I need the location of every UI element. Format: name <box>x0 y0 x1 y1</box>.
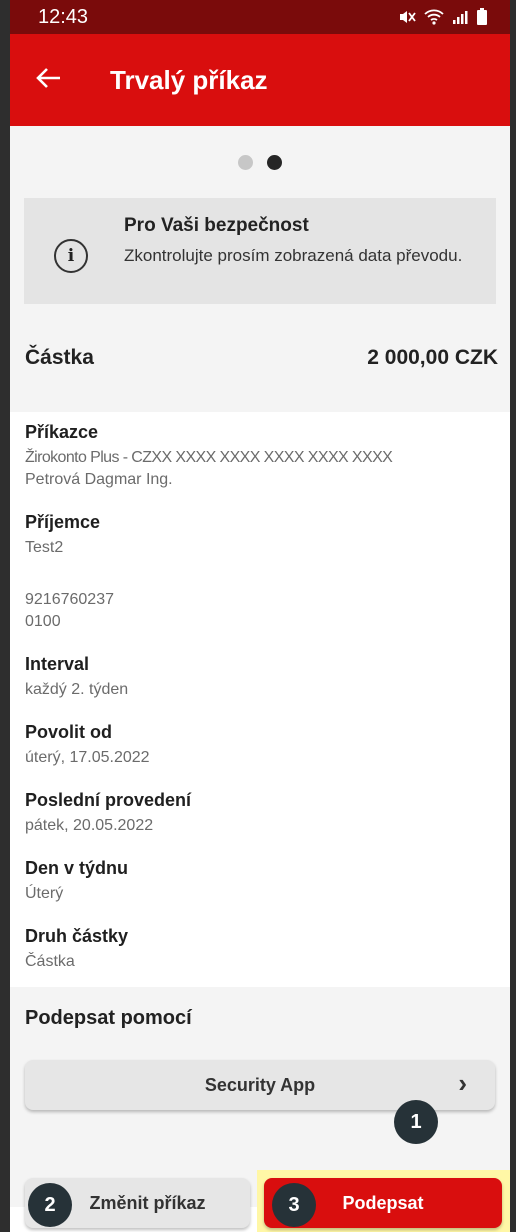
page-indicator <box>10 126 510 198</box>
interval-label: Interval <box>25 654 90 674</box>
valid-from-field: Povolit od úterý, 17.05.2022 <box>25 722 495 769</box>
last-execution-value: pátek, 20.05.2022 <box>25 817 154 834</box>
interval-value: každý 2. týden <box>25 681 129 698</box>
step-badge-2: 2 <box>28 1183 72 1227</box>
payee-label: Příjemce <box>25 512 101 532</box>
amount-type-value: Částka <box>25 953 75 970</box>
page-dot-2[interactable] <box>267 154 282 170</box>
page-dot-1[interactable] <box>238 154 253 170</box>
phone-screen: 12:43 Trvalý příkaz i Pro Vaši bezpečnos… <box>0 0 516 1232</box>
payee-account-field: 9216760237 0100 <box>25 589 495 633</box>
sign-with-label: Podepsat pomocí <box>25 1007 192 1029</box>
change-order-label: Změnit příkaz <box>89 1192 206 1213</box>
payer-label: Příkazce <box>25 422 99 442</box>
weekday-value: Úterý <box>25 885 64 902</box>
info-text: Zkontrolujte prosím zobrazená data převo… <box>124 246 463 265</box>
payee-account-number: 9216760237 <box>25 591 114 608</box>
payer-account: Žirokonto Plus - CZXX XXXX XXXX XXXX XXX… <box>25 449 393 466</box>
amount-type-label: Druh částky <box>25 926 129 946</box>
info-content: Pro Vaši bezpečnost Zkontrolujte prosím … <box>124 215 462 266</box>
security-app-label: Security App <box>204 1074 316 1095</box>
amount-row: Částka 2 000,00 CZK <box>10 304 510 412</box>
chevron-right-icon: › <box>458 1068 467 1098</box>
payer-field: Příkazce Žirokonto Plus - CZXX XXXX XXXX… <box>25 422 495 491</box>
battery-icon <box>477 8 487 25</box>
page-title: Trvalý příkaz <box>110 64 268 95</box>
step-badge-1: 1 <box>394 1100 438 1144</box>
payer-name: Petrová Dagmar Ing. <box>25 471 173 488</box>
payee-name: Test2 <box>25 539 64 556</box>
back-arrow-icon[interactable] <box>36 65 76 95</box>
valid-from-value: úterý, 17.05.2022 <box>25 749 150 766</box>
info-icon: i <box>54 239 88 273</box>
weekday-label: Den v týdnu <box>25 858 129 878</box>
main-content: i Pro Vaši bezpečnost Zkontrolujte prosí… <box>10 126 510 1207</box>
wifi-icon <box>424 9 444 25</box>
info-title: Pro Vaši bezpečnost <box>124 215 309 236</box>
last-execution-field: Poslední provedení pátek, 20.05.2022 <box>25 790 495 837</box>
step-badge-3: 3 <box>272 1183 316 1227</box>
payee-field: Příjemce Test2 <box>25 512 495 559</box>
valid-from-label: Povolit od <box>25 722 112 742</box>
interval-field: Interval každý 2. týden <box>25 654 495 701</box>
signal-icon <box>453 11 468 24</box>
app-bar: Trvalý příkaz <box>10 34 510 126</box>
security-info-box: i Pro Vaši bezpečnost Zkontrolujte prosí… <box>24 198 496 304</box>
order-details: Příkazce Žirokonto Plus - CZXX XXXX XXXX… <box>10 412 510 987</box>
payee-bank-code: 0100 <box>25 613 61 630</box>
status-icons <box>398 8 488 26</box>
amount-value: 2 000,00 CZK <box>367 346 498 369</box>
status-time: 12:43 <box>38 5 89 28</box>
action-bar: Změnit příkaz Podepsat <box>10 1170 510 1232</box>
status-bar: 12:43 <box>10 0 510 34</box>
mute-icon <box>400 11 416 23</box>
amount-type-field: Druh částky Částka <box>25 926 495 973</box>
amount-label: Částka <box>25 346 94 369</box>
last-execution-label: Poslední provedení <box>25 790 192 810</box>
weekday-field: Den v týdnu Úterý <box>25 858 495 905</box>
sign-button-label: Podepsat <box>342 1192 424 1213</box>
